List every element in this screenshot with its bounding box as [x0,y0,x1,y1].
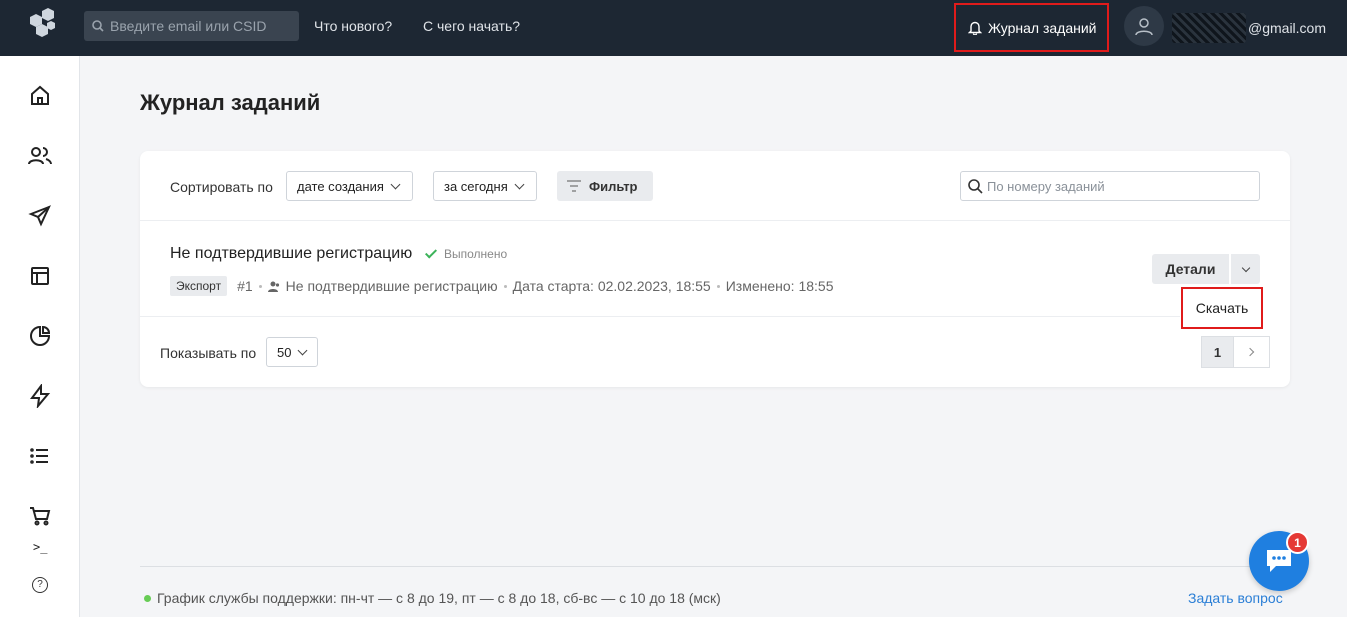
task-start-date: Дата старта: 02.02.2023, 18:55 [512,278,711,294]
templates-icon[interactable] [26,262,54,290]
task-meta: Экспорт #1 Не подтвердившие регистрацию … [170,276,833,296]
cart-icon[interactable] [26,502,54,530]
tasks-log-label: Журнал заданий [988,19,1097,36]
task-status: Выполнено [424,245,508,261]
divider [140,316,1180,317]
user-email[interactable]: @gmail.com [1172,12,1326,44]
chat-notification-badge: 1 [1286,531,1309,554]
global-search-input[interactable]: Введите email или CSID [84,11,299,41]
page-title: Журнал заданий [140,90,321,115]
chevron-down-icon [390,179,401,189]
global-search-placeholder: Введите email или CSID [110,18,267,34]
stats-icon[interactable] [26,322,54,350]
online-status-dot [144,594,151,602]
per-page-label: Показывать по [160,345,257,361]
user-email-domain: @gmail.com [1248,20,1327,36]
check-icon [424,245,438,259]
separator-dot [503,284,507,288]
avatar[interactable] [1124,6,1164,46]
support-hours: График службы поддержки: пн-чт — с 8 до … [144,590,721,606]
per-page-select[interactable]: 50 [266,337,318,367]
help-icon[interactable]: ? [32,577,48,593]
sort-by-value: дате создания [297,178,384,194]
filter-button[interactable]: Фильтр [557,171,653,201]
getting-started-link[interactable]: С чего начать? [423,18,520,34]
logo-icon[interactable] [26,6,60,42]
task-number: #1 [237,278,253,294]
footer-divider [140,566,1290,567]
task-type-badge: Экспорт [170,276,228,296]
home-icon[interactable] [26,82,54,110]
sort-label: Сортировать по [170,179,273,195]
per-page-value: 50 [277,344,292,360]
separator-dot [716,284,720,288]
download-menu-item[interactable]: Скачать [1181,287,1263,329]
task-title[interactable]: Не подтвердившие регистрацию [170,245,412,263]
automation-icon[interactable] [26,382,54,410]
filter-icon [567,180,581,192]
user-icon [1135,18,1153,36]
support-hours-text: График службы поддержки: пн-чт — с 8 до … [157,590,721,606]
chevron-right-icon [1245,347,1255,357]
details-dropdown-toggle[interactable] [1231,254,1260,284]
task-search-placeholder: По номеру заданий [987,178,1105,194]
sort-by-select[interactable]: дате создания [286,171,413,201]
sidebar: >_ ? [0,56,80,617]
top-bar: Введите email или CSID Что нового? С чег… [0,0,1347,56]
period-value: за сегодня [444,178,508,194]
search-icon [92,20,104,32]
chevron-down-icon [514,179,525,189]
filter-label: Фильтр [589,178,638,194]
ask-question-link[interactable]: Задать вопрос [1188,590,1283,606]
pagination-next-button[interactable] [1234,336,1270,368]
chevron-down-icon [298,345,308,355]
whats-new-link[interactable]: Что нового? [314,18,392,34]
task-changed: Изменено: 18:55 [725,278,834,294]
users-icon [267,281,279,292]
task-search-input[interactable]: По номеру заданий [960,171,1260,201]
tasks-card: Сортировать по дате создания за сегодня … [140,151,1290,387]
redacted-email [1172,13,1246,43]
tasks-log-link[interactable]: Журнал заданий [954,3,1109,52]
contacts-icon[interactable] [26,142,54,170]
pagination-current-page[interactable]: 1 [1201,336,1234,368]
separator-dot [258,284,262,288]
send-icon[interactable] [26,202,54,230]
lists-icon[interactable] [26,442,54,470]
details-button[interactable]: Детали [1152,254,1229,284]
search-icon [968,179,983,194]
period-select[interactable]: за сегодня [433,171,537,201]
chevron-down-icon [1241,263,1250,272]
console-icon[interactable]: >_ [33,540,47,554]
task-segment: Не подтвердившие регистрацию [285,278,498,294]
bell-icon [968,21,982,35]
divider [140,220,1290,221]
task-status-label: Выполнено [444,247,508,261]
